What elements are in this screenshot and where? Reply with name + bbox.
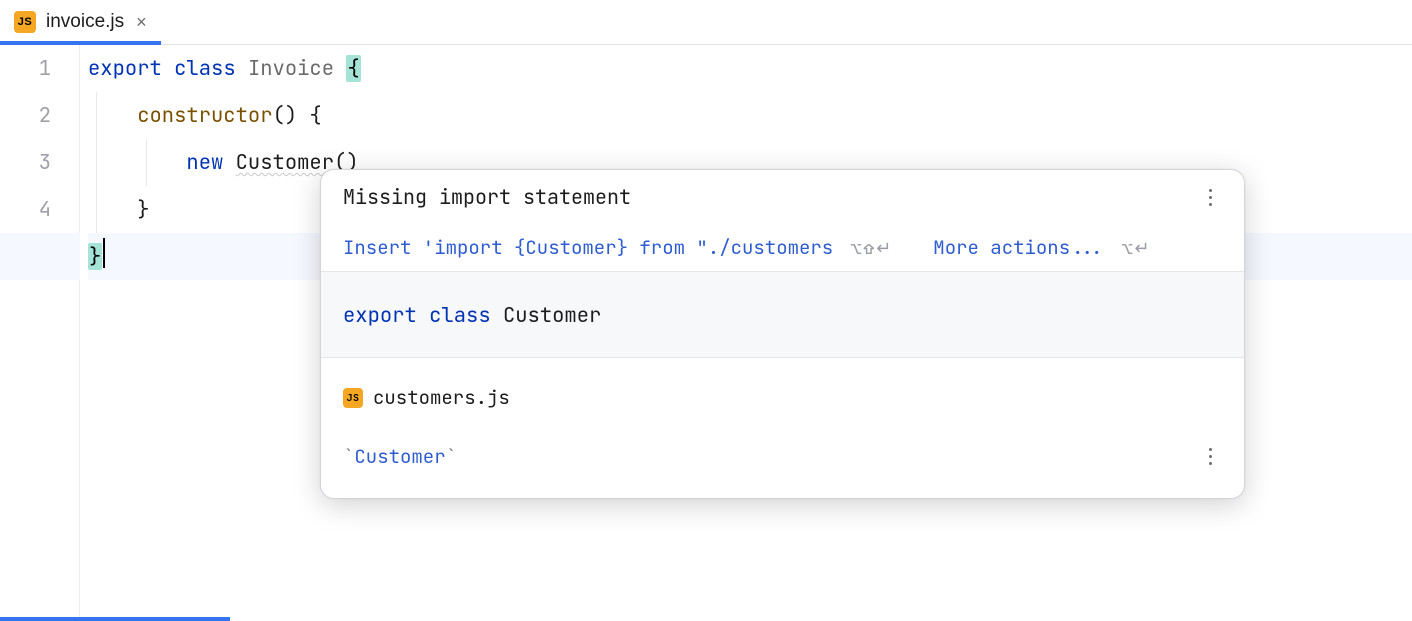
gutter: 1 2 3 4 5	[0, 45, 80, 620]
popup-reference-row[interactable]: `Customer`	[321, 427, 1244, 498]
action-insert-import[interactable]: Insert 'import {Customer} from "./custom…	[343, 224, 893, 272]
popup-preview: export class Customer	[321, 272, 1244, 358]
shortcut-hint: ⌥⇧↵	[851, 237, 894, 260]
shortcut-hint: ⌥↵	[1122, 237, 1152, 260]
text-caret	[103, 238, 105, 268]
line-number: 1	[0, 45, 51, 92]
intention-popup: Missing import statement Insert 'import …	[320, 169, 1245, 499]
close-icon[interactable]: ×	[134, 13, 149, 31]
line-number: 3	[0, 139, 51, 186]
code-line[interactable]: constructor() {	[88, 92, 1412, 139]
more-options-icon[interactable]	[1198, 189, 1222, 206]
action-more-actions[interactable]: More actions... ⌥↵	[933, 224, 1151, 272]
popup-title: Missing import statement	[343, 174, 631, 221]
line-number: 4	[0, 186, 51, 233]
more-options-icon[interactable]	[1198, 448, 1222, 465]
popup-filename: customers.js	[373, 374, 510, 421]
code-line[interactable]: export class Invoice {	[88, 45, 1412, 92]
popup-file-row[interactable]: JS customers.js	[321, 358, 1244, 427]
line-number: 2	[0, 92, 51, 139]
js-file-icon: JS	[14, 11, 36, 33]
tab-bar: JS invoice.js ×	[0, 0, 1412, 45]
tab-filename: invoice.js	[46, 11, 124, 33]
js-file-icon: JS	[343, 388, 363, 408]
editor[interactable]: 1 2 3 4 5 export class Invoice { constru…	[0, 45, 1412, 620]
tab-invoice[interactable]: JS invoice.js ×	[0, 0, 161, 44]
